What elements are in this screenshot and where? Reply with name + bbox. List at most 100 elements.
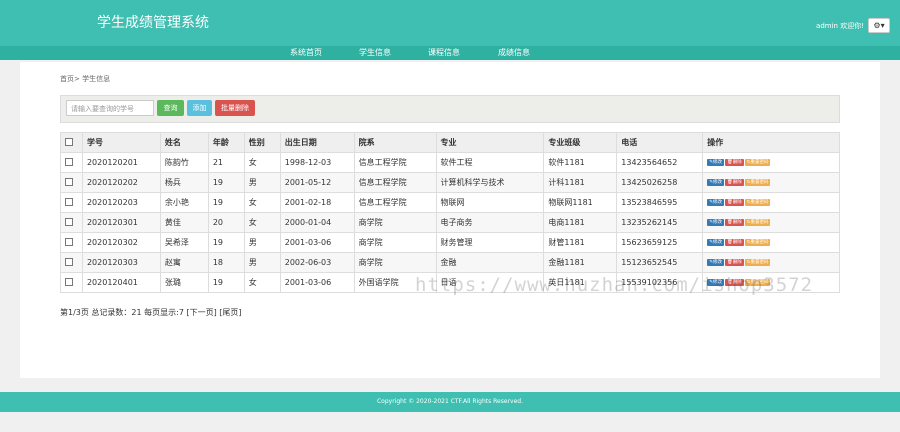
- table-cell: 13423564652: [616, 152, 704, 173]
- table-cell: 2020120203: [81, 192, 161, 213]
- delete-button[interactable]: 🗑删除: [724, 159, 744, 166]
- add-button[interactable]: 添加: [187, 100, 212, 116]
- reset-password-button[interactable]: ↻重置密码: [744, 199, 771, 206]
- col-header: 专业: [435, 132, 545, 153]
- reset-password-button[interactable]: ↻重置密码: [744, 259, 771, 266]
- delete-button[interactable]: 🗑删除: [724, 179, 744, 186]
- breadcrumb: 首页> 学生信息: [60, 75, 111, 83]
- table-cell: 女: [243, 272, 281, 293]
- select-all-checkbox[interactable]: [65, 137, 73, 146]
- table-cell: 19: [207, 272, 245, 293]
- col-header: 专业班级: [543, 132, 618, 153]
- batch-delete-button[interactable]: 批量删除: [215, 100, 255, 116]
- edit-button[interactable]: ✎修改: [707, 179, 724, 186]
- delete-label: 删除: [732, 160, 742, 165]
- table-cell: 19: [207, 172, 245, 193]
- table-row: 2020120303 赵寓 18 男 2002-06-03 商学院 金融 金融1181 1512…: [60, 252, 840, 273]
- table-cell: 商学院: [353, 212, 437, 233]
- edit-button[interactable]: ✎修改: [707, 239, 724, 246]
- pagination[interactable]: 第1/3页 总记录数：21 每页显示:7 [下一页] [尾页]: [60, 307, 242, 318]
- row-checkbox[interactable]: [65, 217, 73, 226]
- table-cell: 财管1181: [543, 232, 618, 253]
- table-row: 2020120301 黄佳 20 女 2000-01-04 商学院 电子商务 电商1181 13…: [60, 212, 840, 233]
- reset-label: 重置密码: [750, 180, 769, 185]
- edit-button[interactable]: ✎修改: [707, 159, 724, 166]
- edit-label: 修改: [712, 160, 722, 165]
- nav-item-courses[interactable]: 课程信息: [428, 47, 460, 58]
- main-nav: 系统首页 学生信息 课程信息 成绩信息: [0, 46, 900, 60]
- col-header: 院系: [353, 132, 437, 153]
- table-cell: 信息工程学院: [353, 152, 437, 173]
- reset-label: 重置密码: [750, 160, 769, 165]
- reset-label: 重置密码: [750, 200, 769, 205]
- table-cell: 18: [207, 252, 245, 273]
- settings-button[interactable]: ⚙▾: [868, 18, 890, 33]
- edit-label: 修改: [712, 240, 722, 245]
- table-row: 2020120302 吴希泽 19 男 2001-03-06 商学院 财务管理 财管1181 1…: [60, 232, 840, 253]
- reset-password-button[interactable]: ↻重置密码: [744, 239, 771, 246]
- edit-label: 修改: [712, 200, 722, 205]
- nav-item-students[interactable]: 学生信息: [359, 47, 391, 58]
- table-cell: 2001-05-12: [279, 172, 355, 193]
- table-cell: 财务管理: [435, 232, 545, 253]
- row-checkbox[interactable]: [65, 157, 73, 166]
- nav-item-home[interactable]: 系统首页: [290, 47, 322, 58]
- edit-button[interactable]: ✎修改: [707, 219, 724, 226]
- row-select-cell: [60, 252, 83, 273]
- table-cell: 15623659125: [616, 232, 704, 253]
- reset-label: 重置密码: [750, 220, 769, 225]
- row-checkbox[interactable]: [65, 197, 73, 206]
- reset-label: 重置密码: [750, 240, 769, 245]
- footer: Copyright © 2020-2021 CTF.All Rights Res…: [0, 392, 900, 412]
- table-cell: 电子商务: [435, 212, 545, 233]
- student-table: 学号 姓名 年龄 性别 出生日期 院系 专业 专业班级 电话 操作 202012…: [60, 132, 840, 293]
- delete-button[interactable]: 🗑删除: [724, 239, 744, 246]
- table-cell: 黄佳: [159, 212, 209, 233]
- reset-password-button[interactable]: ↻重置密码: [744, 159, 771, 166]
- reset-password-button[interactable]: ↻重置密码: [744, 219, 771, 226]
- watermark: https://www.huzhan.com/ishop3572: [415, 274, 814, 296]
- table-cell: 13235262145: [616, 212, 704, 233]
- nav-item-grades[interactable]: 成绩信息: [498, 47, 530, 58]
- toolbar: 请输入要查询的学号 查询 添加 批量删除: [60, 95, 840, 123]
- actions-cell: ✎修改 🗑删除 ↻重置密码: [702, 212, 840, 233]
- edit-button[interactable]: ✎修改: [707, 259, 724, 266]
- select-all-cell: [60, 132, 83, 153]
- row-checkbox[interactable]: [65, 277, 73, 286]
- table-cell: 商学院: [353, 252, 437, 273]
- table-cell: 杨兵: [159, 172, 209, 193]
- edit-button[interactable]: ✎修改: [707, 199, 724, 206]
- col-header: 出生日期: [279, 132, 355, 153]
- delete-button[interactable]: 🗑删除: [724, 199, 744, 206]
- delete-button[interactable]: 🗑删除: [724, 259, 744, 266]
- table-cell: 1998-12-03: [279, 152, 355, 173]
- table-row: 2020120201 陈韵竹 21 女 1998-12-03 信息工程学院 软件工程 软件11…: [60, 152, 840, 173]
- table-cell: 电商1181: [543, 212, 618, 233]
- table-cell: 2001-03-06: [279, 232, 355, 253]
- row-select-cell: [60, 232, 83, 253]
- delete-label: 删除: [732, 220, 742, 225]
- table-row: 2020120202 杨兵 19 男 2001-05-12 信息工程学院 计算机科学与技术计…: [60, 172, 840, 193]
- row-checkbox[interactable]: [65, 257, 73, 266]
- search-input[interactable]: 请输入要查询的学号: [66, 100, 154, 116]
- user-greeting: admin 欢迎你!: [816, 22, 864, 30]
- gear-icon: ⚙▾: [873, 21, 885, 30]
- actions-cell: ✎修改 🗑删除 ↻重置密码: [702, 252, 840, 273]
- row-select-cell: [60, 152, 83, 173]
- row-checkbox[interactable]: [65, 237, 73, 246]
- search-button[interactable]: 查询: [157, 100, 184, 116]
- edit-label: 修改: [712, 260, 722, 265]
- delete-button[interactable]: 🗑删除: [724, 219, 744, 226]
- table-cell: 2020120303: [81, 252, 161, 273]
- row-select-cell: [60, 212, 83, 233]
- top-header: 学生成绩管理系统 admin 欢迎你! ⚙▾: [0, 0, 900, 47]
- reset-password-button[interactable]: ↻重置密码: [744, 179, 771, 186]
- table-cell: 男: [243, 172, 281, 193]
- actions-cell: ✎修改 🗑删除 ↻重置密码: [702, 192, 840, 213]
- delete-label: 删除: [732, 180, 742, 185]
- row-checkbox[interactable]: [65, 177, 73, 186]
- table-cell: 2002-06-03: [279, 252, 355, 273]
- actions-cell: ✎修改 🗑删除 ↻重置密码: [702, 172, 840, 193]
- col-header: 年龄: [207, 132, 245, 153]
- table-cell: 女: [243, 152, 281, 173]
